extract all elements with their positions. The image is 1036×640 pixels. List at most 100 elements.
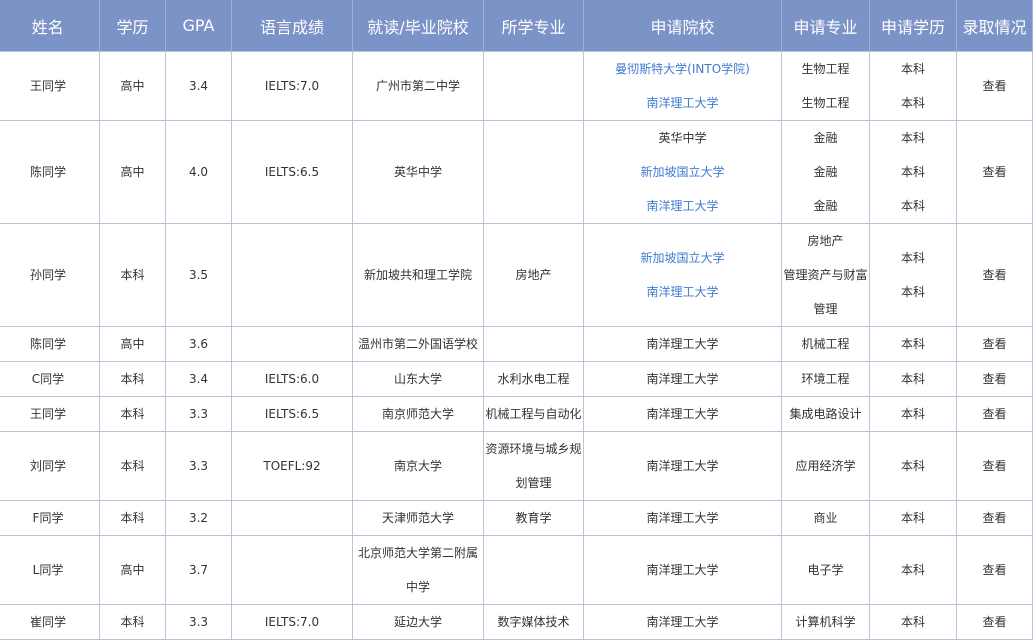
student-name: L同学	[0, 535, 100, 605]
header-education: 学历	[99, 0, 166, 52]
applied-degree: 本科	[869, 431, 957, 501]
applied-majors: 金融 金融 金融	[781, 120, 870, 224]
major-studied	[483, 120, 584, 224]
applied-school[interactable]: 南洋理工大学	[583, 535, 782, 605]
header-admission-result: 录取情况	[956, 0, 1033, 52]
applied-major: 集成电路设计	[781, 396, 870, 432]
applied-school[interactable]: 南洋理工大学	[583, 326, 782, 362]
table-row: 陈同学 高中 4.0 IELTS:6.5 英华中学 英华中学 新加坡国立大学 南…	[0, 120, 1033, 224]
view-result-link[interactable]: 查看	[956, 223, 1033, 327]
student-name: 陈同学	[0, 120, 100, 224]
applied-school[interactable]: 南洋理工大学	[583, 431, 782, 501]
applied-school[interactable]: 曼彻斯特大学(INTO学院)	[584, 52, 781, 86]
language-score: IELTS:6.0	[231, 361, 353, 397]
view-result-link[interactable]: 查看	[956, 500, 1033, 536]
gpa-value: 3.4	[165, 51, 232, 121]
education-level: 本科	[99, 396, 166, 432]
gpa-value: 3.6	[165, 326, 232, 362]
applied-school[interactable]: 新加坡国立大学	[584, 241, 781, 275]
language-score: IELTS:7.0	[231, 51, 353, 121]
applied-major: 电子学	[781, 535, 870, 605]
applied-degrees: 本科 本科 本科	[869, 120, 957, 224]
applied-school[interactable]: 南洋理工大学	[583, 500, 782, 536]
applied-major: 金融	[813, 131, 838, 145]
view-result-link[interactable]: 查看	[956, 326, 1033, 362]
current-school: 英华中学	[352, 120, 484, 224]
header-applied-school: 申请院校	[583, 0, 782, 52]
current-school: 南京师范大学	[352, 396, 484, 432]
applied-major: 机械工程	[781, 326, 870, 362]
table-row: 刘同学 本科 3.3 TOEFL:92 南京大学 资源环境与城乡规划管理 南洋理…	[0, 431, 1033, 501]
current-school: 广州市第二中学	[352, 51, 484, 121]
education-level: 高中	[99, 120, 166, 224]
table-row: 孙同学 本科 3.5 新加坡共和理工学院 房地产 新加坡国立大学 南洋理工大学 …	[0, 223, 1033, 327]
applied-major: 金融	[813, 199, 838, 213]
applied-major: 环境工程	[781, 361, 870, 397]
student-name: 陈同学	[0, 326, 100, 362]
education-level: 本科	[99, 431, 166, 501]
applied-school[interactable]: 南洋理工大学	[584, 189, 781, 223]
current-school: 温州市第二外国语学校	[352, 326, 484, 362]
applied-school[interactable]: 南洋理工大学	[584, 275, 781, 309]
major-studied: 数字媒体技术	[483, 604, 584, 640]
applied-degree: 本科	[900, 96, 925, 110]
applied-degrees: 本科 本科	[869, 223, 957, 327]
education-level: 本科	[99, 223, 166, 327]
header-row: 姓名 学历 GPA 语言成绩 就读/毕业院校 所学专业 申请院校 申请专业 申请…	[0, 0, 1033, 52]
applied-degree: 本科	[869, 535, 957, 605]
table-row: F同学 本科 3.2 天津师范大学 教育学 南洋理工大学 商业 本科 查看	[0, 500, 1033, 536]
view-result-link[interactable]: 查看	[956, 431, 1033, 501]
view-result-link[interactable]: 查看	[956, 51, 1033, 121]
current-school: 山东大学	[352, 361, 484, 397]
applied-schools: 英华中学 新加坡国立大学 南洋理工大学	[583, 120, 782, 224]
applied-degree: 本科	[869, 361, 957, 397]
student-name: 孙同学	[0, 223, 100, 327]
view-result-link[interactable]: 查看	[956, 604, 1033, 640]
header-gpa: GPA	[165, 0, 232, 52]
major-studied: 资源环境与城乡规划管理	[483, 431, 584, 501]
applied-major: 房地产	[807, 234, 844, 248]
gpa-value: 3.3	[165, 396, 232, 432]
gpa-value: 3.5	[165, 223, 232, 327]
major-studied: 机械工程与自动化	[483, 396, 584, 432]
applied-major: 商业	[781, 500, 870, 536]
education-level: 本科	[99, 604, 166, 640]
applied-majors: 房地产 管理资产与财富管理	[781, 223, 870, 327]
gpa-value: 3.7	[165, 535, 232, 605]
table-row: L同学 高中 3.7 北京师范大学第二附属中学 南洋理工大学 电子学 本科 查看	[0, 535, 1033, 605]
applied-degree: 本科	[900, 285, 925, 299]
gpa-value: 3.3	[165, 604, 232, 640]
view-result-link[interactable]: 查看	[956, 396, 1033, 432]
major-studied: 房地产	[483, 223, 584, 327]
header-language-score: 语言成绩	[231, 0, 353, 52]
education-level: 高中	[99, 51, 166, 121]
language-score	[231, 500, 353, 536]
header-major-studied: 所学专业	[483, 0, 584, 52]
applied-major: 计算机科学	[781, 604, 870, 640]
applied-school[interactable]: 南洋理工大学	[583, 604, 782, 640]
student-name: 王同学	[0, 396, 100, 432]
applied-major: 应用经济学	[781, 431, 870, 501]
language-score: IELTS:6.5	[231, 120, 353, 224]
applied-degree: 本科	[900, 199, 925, 213]
applied-school[interactable]: 新加坡国立大学	[584, 155, 781, 189]
applied-school[interactable]: 南洋理工大学	[583, 361, 782, 397]
applied-degree: 本科	[869, 396, 957, 432]
applied-school[interactable]: 南洋理工大学	[583, 396, 782, 432]
applied-schools: 曼彻斯特大学(INTO学院) 南洋理工大学	[583, 51, 782, 121]
student-name: 崔同学	[0, 604, 100, 640]
view-result-link[interactable]: 查看	[956, 120, 1033, 224]
gpa-value: 3.3	[165, 431, 232, 501]
current-school: 北京师范大学第二附属中学	[352, 535, 484, 605]
header-current-school: 就读/毕业院校	[352, 0, 484, 52]
header-applied-major: 申请专业	[781, 0, 870, 52]
applied-school[interactable]: 南洋理工大学	[584, 86, 781, 120]
applied-degree: 本科	[900, 251, 925, 265]
gpa-value: 3.4	[165, 361, 232, 397]
view-result-link[interactable]: 查看	[956, 535, 1033, 605]
student-name: 刘同学	[0, 431, 100, 501]
header-name: 姓名	[0, 0, 100, 52]
language-score	[231, 326, 353, 362]
applied-degree: 本科	[900, 62, 925, 76]
view-result-link[interactable]: 查看	[956, 361, 1033, 397]
